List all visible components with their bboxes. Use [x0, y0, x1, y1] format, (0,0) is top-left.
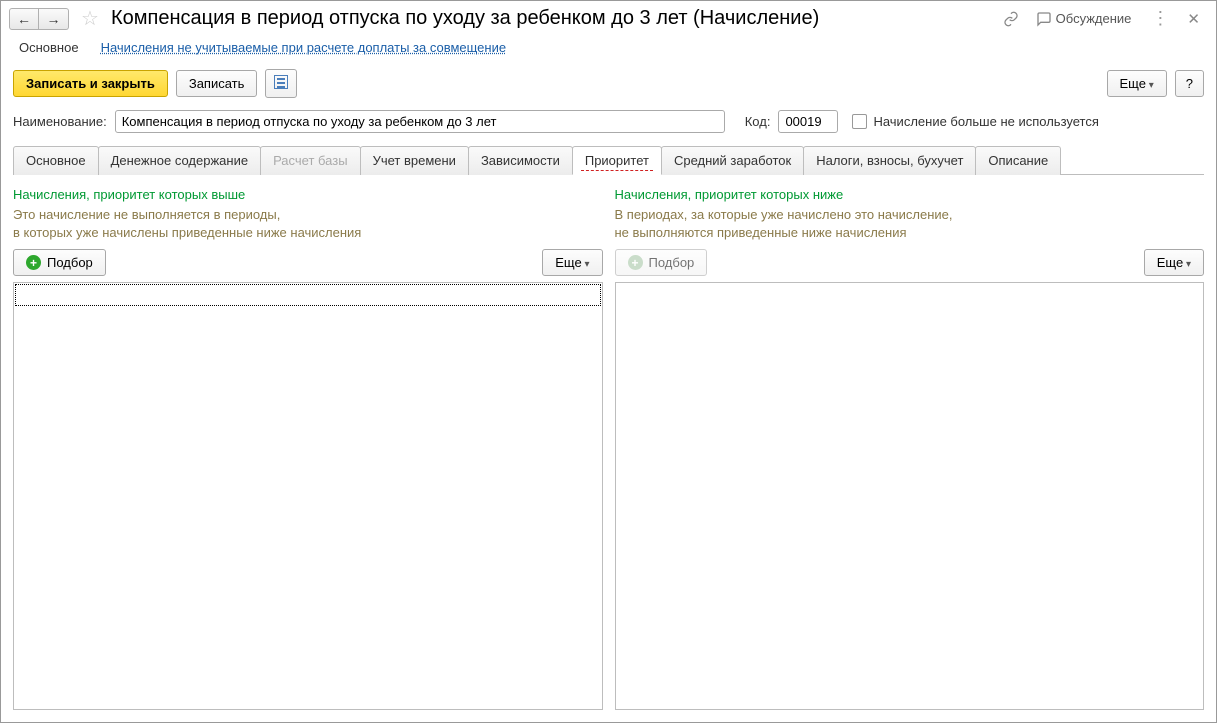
higher-priority-grid[interactable]: [13, 282, 603, 710]
page-title: Компенсация в период отпуска по уходу за…: [111, 7, 994, 30]
higher-priority-title: Начисления, приоритет которых выше: [13, 187, 603, 202]
name-label: Наименование:: [13, 114, 107, 129]
kebab-menu-icon[interactable]: ⋮: [1145, 8, 1175, 29]
save-and-close-button[interactable]: Записать и закрыть: [13, 70, 168, 97]
favorite-star-icon[interactable]: ☆: [79, 8, 101, 30]
tab-description[interactable]: Описание: [975, 146, 1061, 175]
tab-average[interactable]: Средний заработок: [661, 146, 804, 175]
nav-back-button[interactable]: ←: [9, 8, 39, 30]
save-button[interactable]: Записать: [176, 70, 258, 97]
not-used-label: Начисление больше не используется: [873, 114, 1098, 129]
tab-bar: Основное Денежное содержание Расчет базы…: [13, 145, 1204, 175]
higher-priority-desc: Это начисление не выполняется в периоды,…: [13, 206, 603, 241]
report-button[interactable]: [265, 69, 297, 98]
lower-priority-desc: В периодах, за которые уже начислено это…: [615, 206, 1205, 241]
tab-priority-label: Приоритет: [585, 153, 649, 168]
spellcheck-underline-icon: [581, 170, 653, 171]
name-input[interactable]: [115, 110, 725, 133]
more-left-button[interactable]: Еще: [542, 249, 602, 276]
podbor-left-button[interactable]: + Подбор: [13, 249, 106, 276]
help-button[interactable]: ?: [1175, 70, 1204, 97]
navlink-exclusions[interactable]: Начисления не учитываемые при расчете до…: [101, 36, 507, 59]
nav-forward-button[interactable]: →: [39, 8, 69, 30]
tab-base[interactable]: Расчет базы: [260, 146, 361, 175]
close-icon[interactable]: ✕: [1181, 10, 1206, 28]
tab-time[interactable]: Учет времени: [360, 146, 469, 175]
navlink-main[interactable]: Основное: [19, 36, 79, 59]
tab-taxes[interactable]: Налоги, взносы, бухучет: [803, 146, 976, 175]
list-icon: [274, 75, 288, 89]
grid-selected-row[interactable]: [15, 284, 601, 306]
more-button[interactable]: Еще: [1107, 70, 1167, 97]
podbor-right-button[interactable]: + Подбор: [615, 249, 708, 276]
code-label: Код:: [745, 114, 771, 129]
lower-priority-title: Начисления, приоритет которых ниже: [615, 187, 1205, 202]
lower-priority-grid[interactable]: [615, 282, 1205, 710]
more-right-button[interactable]: Еще: [1144, 249, 1204, 276]
tab-main[interactable]: Основное: [13, 146, 99, 175]
discussion-button[interactable]: Обсуждение: [1036, 11, 1132, 27]
link-icon[interactable]: [1000, 8, 1022, 30]
not-used-checkbox[interactable]: [852, 114, 867, 129]
plus-icon: +: [26, 255, 41, 270]
tab-deps[interactable]: Зависимости: [468, 146, 573, 175]
tab-money[interactable]: Денежное содержание: [98, 146, 261, 175]
discussion-label: Обсуждение: [1056, 11, 1132, 26]
plus-icon: +: [628, 255, 643, 270]
code-input[interactable]: [778, 110, 838, 133]
tab-priority[interactable]: Приоритет: [572, 146, 662, 175]
